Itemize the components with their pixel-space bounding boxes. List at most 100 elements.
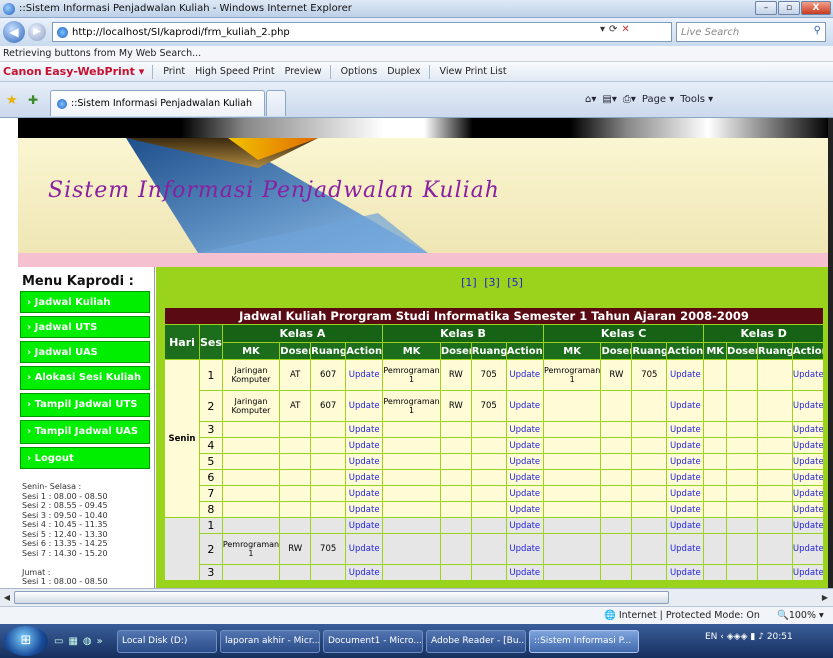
update-link[interactable]: Update — [345, 517, 384, 534]
scrollbar-thumb[interactable] — [14, 591, 669, 604]
firefox-icon[interactable]: ◍ — [83, 636, 92, 647]
sidebar-item-tampil-uts[interactable]: › Tampil Jadwal UTS — [20, 393, 150, 417]
printer-icon[interactable]: ⎙▾ — [623, 94, 636, 105]
update-link[interactable]: Update — [791, 533, 825, 565]
sidebar-item-jadwal-uts[interactable]: › Jadwal UTS — [20, 316, 150, 338]
sidebar-item-logout[interactable]: › Logout — [20, 447, 150, 469]
divider — [152, 64, 154, 79]
update-link[interactable]: Update — [791, 453, 825, 470]
update-link[interactable]: Update — [791, 390, 825, 422]
easy-webprint-menu[interactable]: Easy-WebPrint ▾ — [45, 65, 145, 78]
page-link[interactable]: [3] — [484, 276, 500, 289]
update-link[interactable]: Update — [791, 564, 825, 581]
page-menu[interactable]: Page ▾ — [642, 94, 674, 105]
update-link[interactable]: Update — [345, 359, 384, 391]
view-print-list-button[interactable]: View Print List — [440, 66, 507, 77]
update-link[interactable]: Update — [666, 469, 705, 486]
update-link[interactable]: Update — [345, 564, 384, 581]
update-link[interactable]: Update — [666, 501, 705, 518]
switch-windows-icon[interactable]: ▦ — [68, 636, 77, 647]
tab-active[interactable]: ::Sistem Informasi Penjadwalan Kuliah — [50, 90, 265, 116]
refresh-icon[interactable]: ⟳ — [609, 24, 617, 35]
page-link[interactable]: [1] — [461, 276, 477, 289]
update-link[interactable]: Update — [345, 469, 384, 486]
update-link[interactable]: Update — [666, 564, 705, 581]
sidebar-item-jadwal-kuliah[interactable]: › Jadwal Kuliah — [20, 291, 150, 313]
taskbar-item-adobe-reader[interactable]: Adobe Reader - [Bu... — [426, 630, 526, 653]
dropdown-icon[interactable]: ▾ — [600, 24, 605, 35]
favorites-star-icon[interactable]: ★ — [6, 93, 18, 108]
mk-cell — [703, 517, 728, 534]
update-link[interactable]: Update — [505, 533, 544, 565]
taskbar-item-sistem-informasi[interactable]: ::Sistem Informasi P... — [529, 630, 639, 653]
update-link[interactable]: Update — [791, 485, 825, 502]
update-link[interactable]: Update — [666, 359, 705, 391]
ruang-cell — [310, 437, 347, 454]
desktop-icon[interactable]: ▭ — [54, 636, 63, 647]
update-link[interactable]: Update — [345, 453, 384, 470]
taskbar-item-local-disk[interactable]: Local Disk (D:) — [117, 630, 217, 653]
update-link[interactable]: Update — [505, 469, 544, 486]
horizontal-scrollbar[interactable]: ◀ ▶ — [0, 588, 833, 606]
overflow-chevron-icon[interactable]: » — [97, 636, 103, 647]
update-link[interactable]: Update — [791, 437, 825, 454]
update-link[interactable]: Update — [666, 421, 705, 438]
update-link[interactable]: Update — [791, 421, 825, 438]
preview-button[interactable]: Preview — [285, 66, 322, 77]
update-link[interactable]: Update — [345, 437, 384, 454]
update-link[interactable]: Update — [505, 437, 544, 454]
update-link[interactable]: Update — [505, 453, 544, 470]
search-icon[interactable]: ⚲ — [814, 25, 821, 36]
back-button[interactable]: ◀ — [3, 21, 25, 43]
print-button[interactable]: Print — [163, 66, 185, 77]
update-link[interactable]: Update — [666, 485, 705, 502]
update-link[interactable]: Update — [505, 485, 544, 502]
update-link[interactable]: Update — [791, 501, 825, 518]
update-link[interactable]: Update — [345, 485, 384, 502]
feeds-icon[interactable]: ▤▾ — [602, 94, 616, 105]
update-link[interactable]: Update — [666, 453, 705, 470]
tools-menu[interactable]: Tools ▾ — [680, 94, 713, 105]
address-field[interactable]: http://localhost/SI/kaprodi/frm_kuliah_2… — [52, 22, 672, 42]
sidebar-item-tampil-uas[interactable]: › Tampil Jadwal UAS — [20, 420, 150, 444]
zoom-level[interactable]: 🔍100% ▾ — [777, 610, 824, 621]
stop-icon[interactable]: ✕ — [621, 24, 629, 35]
close-button[interactable]: X — [801, 1, 831, 15]
duplex-button[interactable]: Duplex — [387, 66, 420, 77]
update-link[interactable]: Update — [505, 390, 544, 422]
search-input[interactable]: Live Search ⚲ — [676, 22, 826, 42]
update-link[interactable]: Update — [666, 390, 705, 422]
update-link[interactable]: Update — [666, 437, 705, 454]
page-link[interactable]: [5] — [507, 276, 523, 289]
minimize-button[interactable]: – — [755, 1, 777, 15]
home-icon[interactable]: ⌂▾ — [585, 94, 596, 105]
sidebar-item-alokasi-sesi[interactable]: › Alokasi Sesi Kuliah — [20, 366, 150, 390]
update-link[interactable]: Update — [505, 421, 544, 438]
taskbar-item-laporan[interactable]: laporan akhir - Micr... — [220, 630, 320, 653]
update-link[interactable]: Update — [345, 533, 384, 565]
update-link[interactable]: Update — [505, 517, 544, 534]
update-link[interactable]: Update — [505, 564, 544, 581]
scroll-left-arrow[interactable]: ◀ — [1, 591, 13, 604]
update-link[interactable]: Update — [666, 517, 705, 534]
forward-button[interactable]: ▶ — [28, 23, 46, 41]
maximize-button[interactable]: ▫ — [778, 1, 800, 15]
high-speed-print-button[interactable]: High Speed Print — [195, 66, 275, 77]
update-link[interactable]: Update — [345, 390, 384, 422]
language-indicator[interactable]: EN — [705, 632, 717, 642]
sidebar-item-jadwal-uas[interactable]: › Jadwal UAS — [20, 341, 150, 363]
taskbar-item-document1[interactable]: Document1 - Micro... — [323, 630, 423, 653]
update-link[interactable]: Update — [791, 517, 825, 534]
new-tab-button[interactable] — [266, 90, 286, 116]
add-favorites-icon[interactable]: ✚ — [28, 93, 38, 107]
start-button[interactable]: ⊞ — [4, 626, 48, 656]
update-link[interactable]: Update — [345, 501, 384, 518]
update-link[interactable]: Update — [505, 501, 544, 518]
update-link[interactable]: Update — [666, 533, 705, 565]
update-link[interactable]: Update — [791, 469, 825, 486]
update-link[interactable]: Update — [791, 359, 825, 391]
update-link[interactable]: Update — [345, 421, 384, 438]
update-link[interactable]: Update — [505, 359, 544, 391]
options-button[interactable]: Options — [341, 66, 378, 77]
scroll-right-arrow[interactable]: ▶ — [819, 591, 831, 604]
